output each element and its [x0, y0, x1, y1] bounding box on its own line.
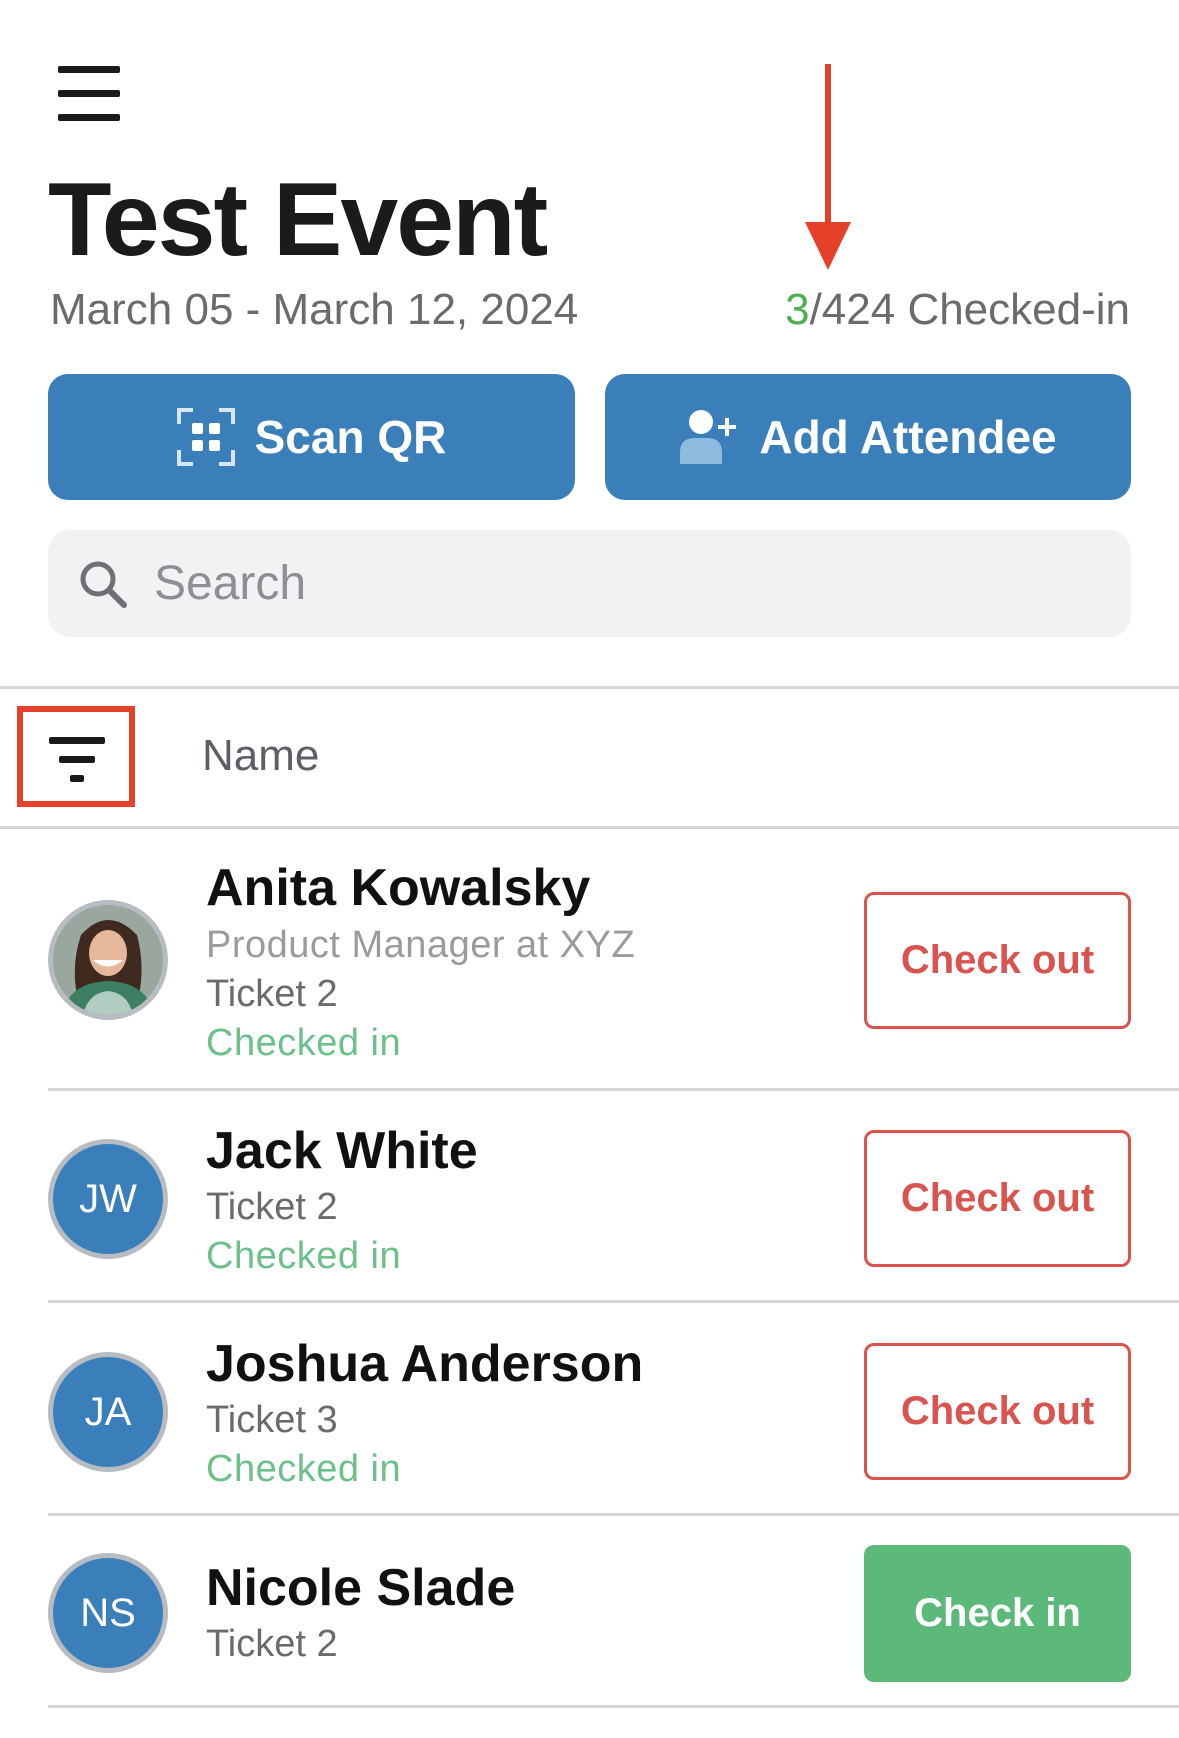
checkin-count-value: 3 [785, 285, 810, 334]
qr-scan-icon [176, 408, 235, 466]
scan-qr-button[interactable]: Scan QR [48, 374, 575, 500]
attendee-title: Product Manager at XYZ [206, 924, 636, 966]
attendee-ticket: Ticket 2 [206, 1186, 338, 1228]
annotation-arrow-icon [805, 64, 851, 270]
attendee-ticket: Ticket 3 [206, 1399, 338, 1441]
attendee-ticket: Ticket 2 [206, 973, 338, 1015]
check-in-button[interactable]: Check in [864, 1545, 1131, 1682]
avatar-initials: JA [84, 1389, 132, 1434]
filter-icon [49, 737, 105, 744]
attendee-status: Checked in [206, 1448, 402, 1490]
attendee-name: Nicole Slade [206, 1559, 516, 1617]
event-dates: March 05 - March 12, 2024 [50, 285, 579, 334]
avatar: JA [48, 1352, 168, 1472]
check-out-button[interactable]: Check out [864, 1343, 1131, 1480]
search-icon [80, 561, 127, 608]
divider [48, 1705, 1179, 1708]
divider [48, 1088, 1179, 1091]
menu-button[interactable] [56, 66, 122, 122]
attendee-name: Anita Kowalsky [206, 859, 591, 917]
avatar: JW [48, 1139, 168, 1259]
profile-photo-icon [53, 905, 163, 1015]
menu-icon-line [58, 90, 120, 97]
avatar: NS [48, 1553, 168, 1673]
divider [0, 686, 1179, 689]
avatar-initials: NS [80, 1590, 136, 1635]
search-bar[interactable] [48, 530, 1131, 637]
attendee-status: Checked in [206, 1022, 402, 1064]
attendee-name: Joshua Anderson [206, 1335, 644, 1393]
add-attendee-label: Add Attendee [759, 411, 1057, 463]
add-attendee-button[interactable]: Add Attendee [605, 374, 1131, 500]
divider [48, 1300, 1179, 1303]
avatar [48, 900, 168, 1020]
filter-button[interactable] [44, 732, 110, 788]
scan-qr-label: Scan QR [254, 411, 447, 463]
attendee-ticket: Ticket 2 [206, 1623, 338, 1665]
attendee-status: Checked in [206, 1235, 402, 1277]
add-person-icon [679, 408, 739, 466]
divider [0, 826, 1179, 829]
attendee-name: Jack White [206, 1122, 478, 1180]
checkin-count-total: /424 Checked-in [809, 285, 1130, 334]
menu-icon-line [58, 66, 120, 73]
search-input[interactable] [154, 556, 1054, 611]
avatar-initials: JW [79, 1176, 137, 1221]
check-out-button[interactable]: Check out [864, 892, 1131, 1029]
column-header-name: Name [202, 731, 320, 780]
page-title: Test Event [48, 162, 548, 278]
filter-icon [59, 756, 95, 763]
divider [48, 1513, 1179, 1516]
filter-icon [70, 775, 84, 782]
menu-icon-line [58, 114, 120, 121]
checkin-counter: 3/424 Checked-in [785, 288, 1130, 332]
check-out-button[interactable]: Check out [864, 1130, 1131, 1267]
